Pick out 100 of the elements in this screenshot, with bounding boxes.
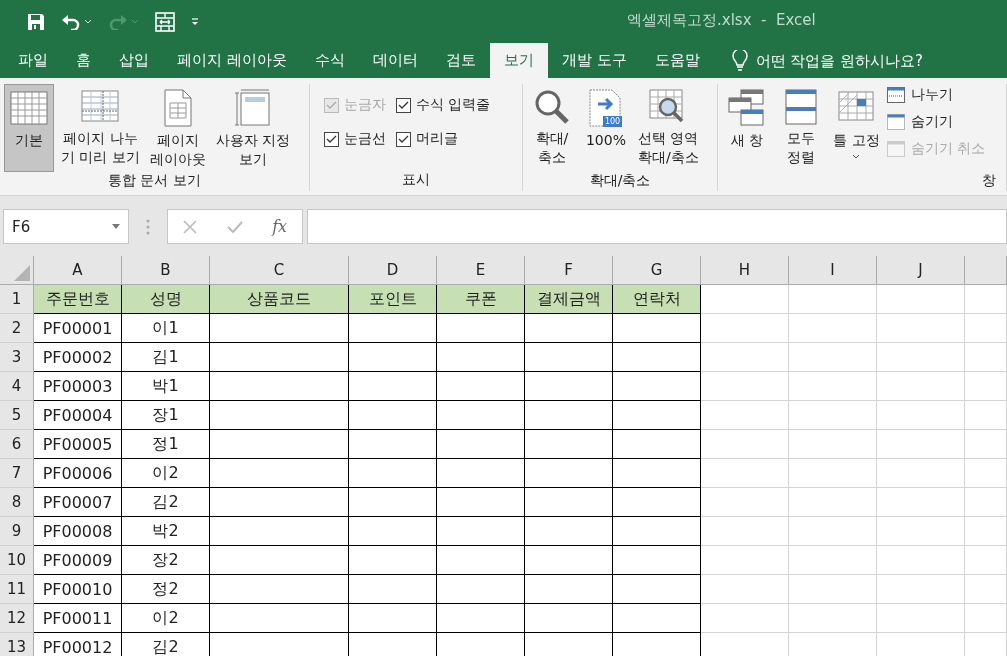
checkbox-label: 수식 입력줄: [415, 96, 491, 114]
row-header[interactable]: 13: [0, 633, 34, 656]
column-header[interactable]: A: [34, 256, 122, 285]
ribbon-tab[interactable]: 보기: [489, 43, 548, 78]
custom-view-icon: [234, 89, 273, 127]
column-header[interactable]: J: [877, 256, 965, 285]
group-label: 표시: [400, 171, 431, 189]
ribbon-tab[interactable]: 파일: [4, 43, 62, 78]
column-header[interactable]: F: [525, 256, 613, 285]
ribbon-button[interactable]: 나누기: [886, 86, 986, 104]
lightbulb-icon[interactable]: [731, 49, 748, 72]
table-cell: 김1: [122, 343, 210, 372]
column-header[interactable]: H: [701, 256, 789, 285]
ribbon-button[interactable]: 모두 정렬: [776, 84, 827, 172]
group-label: 창: [981, 172, 997, 190]
windows-icon: [728, 89, 767, 127]
table-cell: [965, 546, 1007, 575]
tell-me-field[interactable]: 어떤 작업을 원하시나요?: [753, 50, 958, 71]
table-cell: PF00011: [34, 604, 122, 633]
table-cell: PF00005: [34, 430, 122, 459]
caret-icon[interactable]: [852, 154, 861, 159]
row-header[interactable]: 4: [0, 372, 34, 401]
ribbon-button[interactable]: 틀 고정: [830, 84, 883, 172]
checkbox-label: 눈금선: [343, 130, 386, 148]
table-cell: PF00004: [34, 401, 122, 430]
grid-icon: [81, 90, 120, 124]
group-label: 통합 문서 보기: [106, 172, 202, 190]
table-cell: PF00002: [34, 343, 122, 372]
ribbon-button[interactable]: 확대/ 축소: [526, 84, 577, 172]
table-cell: 장2: [122, 546, 210, 575]
save-icon[interactable]: [27, 12, 45, 31]
row-header[interactable]: 11: [0, 575, 34, 604]
table-cell: 박1: [122, 372, 210, 401]
ribbon-button[interactable]: 새 창: [722, 84, 773, 172]
ribbon-button[interactable]: 100 100%: [580, 84, 631, 172]
row-header[interactable]: 7: [0, 459, 34, 488]
ribbon-button[interactable]: 사용자 지정 보기: [212, 84, 294, 172]
insert-function-button[interactable]: fx: [272, 217, 288, 236]
document-icon: [163, 89, 192, 127]
ribbon-tab[interactable]: 검토: [431, 43, 490, 78]
row-header[interactable]: 6: [0, 430, 34, 459]
formula-input[interactable]: [307, 209, 1007, 244]
table-cell: [965, 401, 1007, 430]
row-header[interactable]: 5: [0, 401, 34, 430]
unhide-window-icon: [886, 141, 905, 157]
dropdown-icon[interactable]: [112, 224, 120, 229]
ribbon-tab[interactable]: 삽입: [105, 43, 163, 78]
stacked-windows-icon: [785, 89, 818, 125]
customize-icon[interactable]: [191, 17, 199, 26]
column-header[interactable]: G: [613, 256, 701, 285]
table-header-cell: 주문번호: [34, 285, 122, 314]
column-header[interactable]: B: [122, 256, 210, 285]
page-zoom-icon: 100: [588, 89, 623, 127]
table-cell: PF00008: [34, 517, 122, 546]
table-cell: [965, 430, 1007, 459]
table-header-cell: 포인트: [349, 285, 437, 314]
column-header[interactable]: E: [437, 256, 525, 285]
ribbon-button[interactable]: 선택 영역 확대/축소: [634, 84, 702, 172]
checkbox[interactable]: [395, 131, 411, 147]
ribbon-tab[interactable]: 도움말: [640, 43, 714, 78]
checkbox[interactable]: [323, 131, 339, 147]
ribbon-tab[interactable]: 개발 도구: [547, 43, 641, 78]
ribbon-tab[interactable]: 수식: [300, 43, 359, 78]
grid-icon: [10, 91, 48, 125]
table-header-cell: 상품코드: [210, 285, 349, 314]
row-header[interactable]: 3: [0, 343, 34, 372]
ribbon-button[interactable]: 페이지 레이아웃: [146, 84, 209, 172]
table-cell: [965, 285, 1007, 314]
ribbon-button[interactable]: 기본: [4, 84, 54, 172]
row-header[interactable]: 8: [0, 488, 34, 517]
name-box[interactable]: F6: [3, 209, 129, 244]
row-header[interactable]: 12: [0, 604, 34, 633]
checkbox[interactable]: [395, 97, 411, 113]
row-header[interactable]: 10: [0, 546, 34, 575]
split-icon: [886, 87, 905, 103]
magnifier-icon: [533, 89, 570, 125]
table-cell: [965, 575, 1007, 604]
checkbox-label: 머리글: [415, 130, 458, 148]
touch-mode-icon[interactable]: [155, 11, 175, 32]
ribbon-tab[interactable]: 페이지 레이아웃: [163, 43, 301, 78]
table-cell: PF00009: [34, 546, 122, 575]
row-header[interactable]: 9: [0, 517, 34, 546]
table-cell: PF00001: [34, 314, 122, 343]
ribbon-button[interactable]: 페이지 나누 기 미리 보기: [58, 84, 143, 172]
ribbon-tab[interactable]: 데이터: [358, 43, 432, 78]
row-header[interactable]: 2: [0, 314, 34, 343]
column-header[interactable]: C: [210, 256, 349, 285]
check-icon[interactable]: [226, 220, 243, 233]
table-cell: [965, 488, 1007, 517]
row-header[interactable]: 1: [0, 285, 34, 314]
ribbon-tab[interactable]: 홈: [62, 43, 105, 78]
column-header[interactable]: D: [349, 256, 437, 285]
undo-icon[interactable]: [61, 13, 81, 30]
column-header[interactable]: I: [789, 256, 877, 285]
window-title: 엑셀제목고정.xlsx - Excel: [627, 11, 816, 30]
ribbon-button[interactable]: 숨기기: [886, 113, 986, 131]
table-cell: 장1: [122, 401, 210, 430]
table-cell: 이2: [122, 459, 210, 488]
hide-window-icon: [886, 114, 905, 130]
table-cell: [965, 343, 1007, 372]
